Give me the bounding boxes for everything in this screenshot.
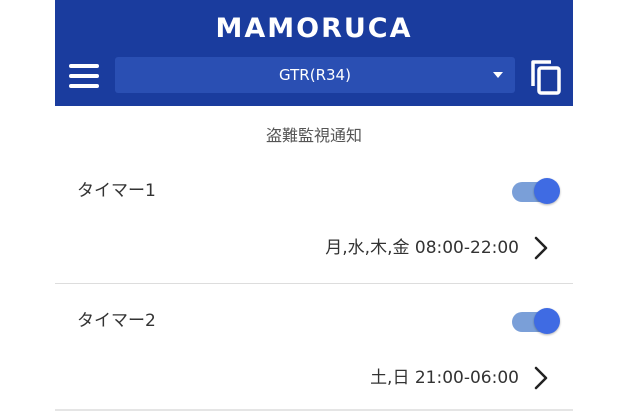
vehicle-select[interactable]: GTR(R34): [115, 57, 515, 93]
app-screen: MAMORUCA GTR(R34) 盗難監視通知 タイマー1 月,水,木,金 0…: [55, 0, 573, 411]
timer-schedule: 土,日 21:00-06:00: [370, 368, 519, 388]
toggle-knob: [534, 178, 560, 204]
timer-toggle[interactable]: [512, 308, 560, 336]
timer-row: タイマー1 月,水,木,金 08:00-22:00: [55, 162, 573, 288]
timer-name: タイマー1: [77, 181, 156, 201]
copy-button[interactable]: [529, 58, 563, 96]
vehicle-select-value: GTR(R34): [279, 66, 351, 84]
timer-row: タイマー2 土,日 21:00-06:00: [55, 292, 573, 411]
menu-button[interactable]: [67, 62, 101, 90]
timer-detail-button[interactable]: [529, 234, 553, 262]
chevron-right-icon: [534, 366, 548, 390]
copy-icon: [531, 60, 561, 95]
chevron-down-icon: [493, 72, 503, 78]
timer-toggle[interactable]: [512, 178, 560, 206]
divider: [55, 283, 573, 284]
timer-schedule: 月,水,木,金 08:00-22:00: [325, 238, 519, 258]
timer-detail-button[interactable]: [529, 364, 553, 392]
toggle-knob: [534, 308, 560, 334]
section-title: 盗難監視通知: [265, 126, 362, 145]
brand-logo: MAMORUCA: [215, 13, 413, 44]
timer-name: タイマー2: [77, 311, 156, 331]
chevron-right-icon: [534, 236, 548, 260]
app-header: MAMORUCA GTR(R34): [55, 0, 573, 106]
